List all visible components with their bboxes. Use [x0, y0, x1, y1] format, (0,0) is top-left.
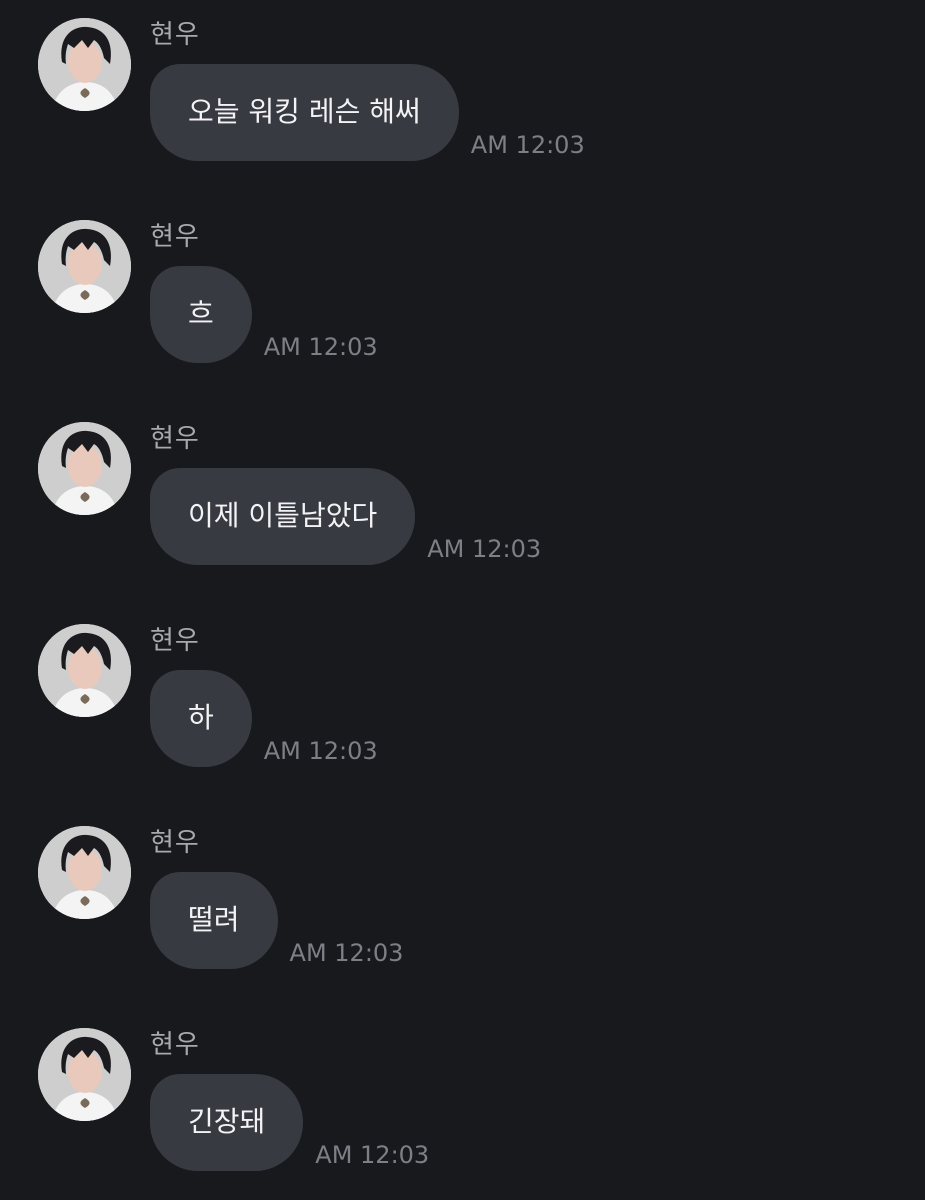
- message-timestamp: AM 12:03: [315, 1141, 430, 1169]
- message-bubble[interactable]: 떨려: [150, 872, 278, 969]
- message-timestamp: AM 12:03: [289, 939, 404, 967]
- avatar-photo-icon: [38, 1028, 131, 1121]
- message-row: 긴장돼 AM 12:03: [150, 1074, 429, 1171]
- message-row: 흐 AM 12:03: [150, 266, 378, 363]
- avatar-photo-icon: [38, 18, 131, 111]
- message-row: 떨려 AM 12:03: [150, 872, 403, 969]
- message-group: 현우 하 AM 12:03: [0, 606, 925, 786]
- sender-name: 현우: [150, 222, 200, 252]
- sender-name: 현우: [150, 20, 200, 50]
- message-row: 오늘 워킹 레슨 해써 AM 12:03: [150, 64, 585, 161]
- profile-avatar[interactable]: [38, 422, 131, 515]
- avatar-photo-icon: [38, 220, 131, 313]
- message-group: 현우 이제 이틀남았다 AM 12:03: [0, 404, 925, 584]
- message-timestamp: AM 12:03: [427, 535, 542, 563]
- sender-name: 현우: [150, 424, 200, 454]
- message-row: 하 AM 12:03: [150, 670, 378, 767]
- avatar-photo-icon: [38, 624, 131, 717]
- message-group: 현우 오늘 워킹 레슨 해써 AM 12:03: [0, 0, 925, 180]
- profile-avatar[interactable]: [38, 1028, 131, 1121]
- message-bubble[interactable]: 흐: [150, 266, 252, 363]
- profile-avatar[interactable]: [38, 826, 131, 919]
- message-timestamp: AM 12:03: [263, 737, 378, 765]
- message-timestamp: AM 12:03: [470, 131, 585, 159]
- message-group: 현우 긴장돼 AM 12:03: [0, 1010, 925, 1190]
- avatar-photo-icon: [38, 422, 131, 515]
- avatar-photo-icon: [38, 826, 131, 919]
- message-bubble[interactable]: 이제 이틀남았다: [150, 468, 416, 565]
- chat-message-list[interactable]: 현우 오늘 워킹 레슨 해써 AM 12:03 현우 흐 AM 12:03 현우…: [0, 0, 925, 1200]
- message-group: 현우 흐 AM 12:03: [0, 202, 925, 382]
- message-bubble[interactable]: 긴장돼: [150, 1074, 304, 1171]
- profile-avatar[interactable]: [38, 220, 131, 313]
- sender-name: 현우: [150, 828, 200, 858]
- message-bubble[interactable]: 하: [150, 670, 252, 767]
- sender-name: 현우: [150, 1030, 200, 1060]
- profile-avatar[interactable]: [38, 18, 131, 111]
- profile-avatar[interactable]: [38, 624, 131, 717]
- sender-name: 현우: [150, 626, 200, 656]
- message-group: 현우 떨려 AM 12:03: [0, 808, 925, 988]
- message-bubble[interactable]: 오늘 워킹 레슨 해써: [150, 64, 459, 161]
- message-timestamp: AM 12:03: [263, 333, 378, 361]
- message-row: 이제 이틀남았다 AM 12:03: [150, 468, 541, 565]
